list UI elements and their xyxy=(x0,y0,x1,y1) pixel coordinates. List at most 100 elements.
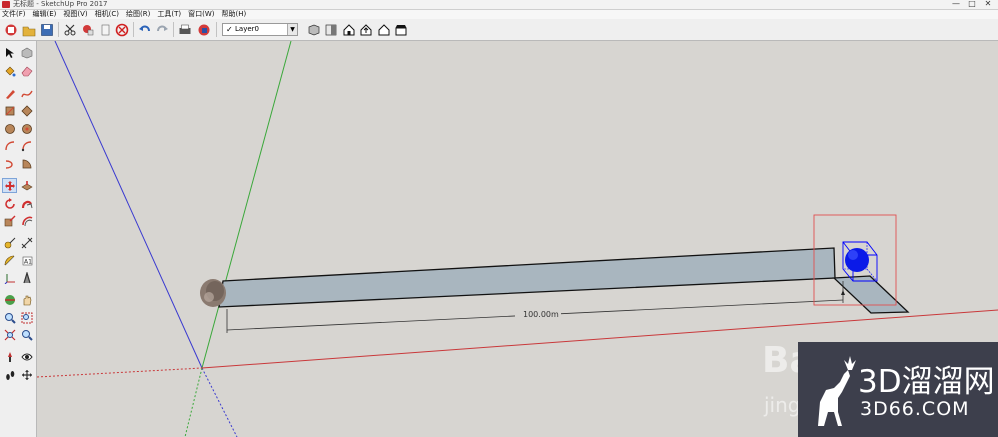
path-corner-face[interactable] xyxy=(832,275,910,314)
tool-palette: A1 xyxy=(0,41,37,437)
dimension-icon xyxy=(21,237,32,248)
svg-text:A1: A1 xyxy=(24,258,32,265)
dimension-tool[interactable] xyxy=(19,235,34,250)
layer-name: Layer0 xyxy=(235,25,259,33)
materials-button[interactable] xyxy=(323,22,339,37)
look-around-tool[interactable] xyxy=(19,349,34,364)
eraser-tool[interactable] xyxy=(19,63,34,78)
warehouse-icon xyxy=(343,23,355,35)
blue-axis xyxy=(54,41,203,369)
two-point-arc-icon xyxy=(21,140,31,151)
model-info-button[interactable] xyxy=(196,22,212,37)
menu-file[interactable]: 文件(F) xyxy=(0,10,31,19)
minimize-button[interactable]: — xyxy=(948,0,964,9)
pie-tool[interactable] xyxy=(19,156,34,171)
undo-button[interactable] xyxy=(137,22,153,37)
maximize-button[interactable]: □ xyxy=(964,0,980,9)
3d-text-icon xyxy=(22,271,31,283)
menu-camera[interactable]: 相机(C) xyxy=(93,10,124,19)
walk-tool[interactable] xyxy=(2,367,17,382)
menu-view[interactable]: 视图(V) xyxy=(61,10,92,19)
arc-tool[interactable] xyxy=(2,138,17,153)
eye-icon xyxy=(20,353,33,360)
tape-measure-icon xyxy=(4,237,15,248)
deer-logo-icon xyxy=(818,356,856,426)
rectangle-tool[interactable] xyxy=(2,103,17,118)
layer-dropdown[interactable]: ✓ Layer0 ▼ xyxy=(222,23,298,36)
menu-help[interactable]: 帮助(H) xyxy=(219,10,251,19)
previous-view-tool[interactable] xyxy=(19,327,34,342)
rotated-rectangle-icon xyxy=(20,104,33,117)
circle-icon xyxy=(4,123,15,134)
paste-button[interactable] xyxy=(97,22,113,37)
arc-icon xyxy=(4,140,14,150)
chevron-down-icon[interactable]: ▼ xyxy=(287,24,297,35)
baidu-watermark-sub: jing xyxy=(764,393,801,417)
copy-button[interactable] xyxy=(80,22,96,37)
menu-window[interactable]: 窗口(W) xyxy=(186,10,219,19)
scale-icon xyxy=(4,215,15,226)
pan-tool[interactable] xyxy=(19,292,34,307)
extension-warehouse-button[interactable] xyxy=(376,22,392,37)
position-camera-tool[interactable] xyxy=(2,349,17,364)
zoom-extents-tool[interactable] xyxy=(2,327,17,342)
freehand-tool[interactable] xyxy=(19,86,34,101)
new-file-button[interactable] xyxy=(3,22,19,37)
move-tool[interactable] xyxy=(2,178,17,193)
two-point-arc-tool[interactable] xyxy=(19,138,34,153)
paint-bucket-tool[interactable] xyxy=(2,63,17,78)
tape-measure-tool[interactable] xyxy=(2,235,17,250)
text-tool[interactable]: A1 xyxy=(19,253,34,268)
scale-tool[interactable] xyxy=(2,213,17,228)
close-button[interactable]: ✕ xyxy=(980,0,996,9)
make-component-tool[interactable] xyxy=(19,45,34,60)
polygon-tool[interactable] xyxy=(19,121,34,136)
rotate-tool[interactable] xyxy=(2,196,17,211)
share-model-icon xyxy=(360,23,372,35)
selected-sphere[interactable] xyxy=(842,241,878,282)
zoom-tool[interactable] xyxy=(2,310,17,325)
print-button[interactable] xyxy=(177,22,193,37)
title-bar: 无标题 - SketchUp Pro 2017 — □ ✕ xyxy=(0,0,998,10)
erase-button[interactable] xyxy=(114,22,130,37)
path-face[interactable] xyxy=(218,247,836,308)
three-point-arc-tool[interactable] xyxy=(2,156,17,171)
push-pull-tool[interactable] xyxy=(19,178,34,193)
line-tool[interactable] xyxy=(2,86,17,101)
menu-edit[interactable]: 编辑(E) xyxy=(31,10,62,19)
open-button[interactable] xyxy=(21,22,37,37)
redo-button[interactable] xyxy=(154,22,170,37)
blue-axis-negative xyxy=(201,367,238,437)
select-tool[interactable] xyxy=(2,45,17,60)
new-file-icon xyxy=(5,24,17,35)
components-button[interactable] xyxy=(306,22,322,37)
polygon-icon xyxy=(21,123,32,134)
zoom-window-tool[interactable] xyxy=(19,310,34,325)
offset-icon xyxy=(21,216,32,226)
follow-me-tool[interactable] xyxy=(19,196,34,211)
3d-text-tool[interactable] xyxy=(19,270,34,285)
model-info-icon xyxy=(198,24,210,35)
warehouse-button[interactable] xyxy=(341,22,357,37)
move-arrows-icon xyxy=(4,180,15,191)
menu-tools[interactable]: 工具(T) xyxy=(155,10,186,19)
share-model-button[interactable] xyxy=(358,22,374,37)
save-button[interactable] xyxy=(39,22,55,37)
materials-icon xyxy=(325,24,337,35)
cut-button[interactable] xyxy=(62,22,78,37)
scissors-icon xyxy=(64,24,76,35)
footprints-icon xyxy=(5,370,14,380)
section-plane-tool[interactable] xyxy=(19,367,34,382)
offset-tool[interactable] xyxy=(19,213,34,228)
menu-draw[interactable]: 绘图(R) xyxy=(124,10,155,19)
axes-tool[interactable] xyxy=(2,270,17,285)
orbit-tool[interactable] xyxy=(2,292,17,307)
text-label-icon: A1 xyxy=(22,256,32,265)
extension-manager-button[interactable] xyxy=(393,22,409,37)
protractor-tool[interactable] xyxy=(2,253,17,268)
circle-tool[interactable] xyxy=(2,121,17,136)
move-cursor xyxy=(841,290,845,295)
menu-bar: 文件(F) 编辑(E) 视图(V) 相机(C) 绘图(R) 工具(T) 窗口(W… xyxy=(0,10,998,19)
pencil-icon xyxy=(5,89,15,99)
rotated-rectangle-tool[interactable] xyxy=(19,103,34,118)
